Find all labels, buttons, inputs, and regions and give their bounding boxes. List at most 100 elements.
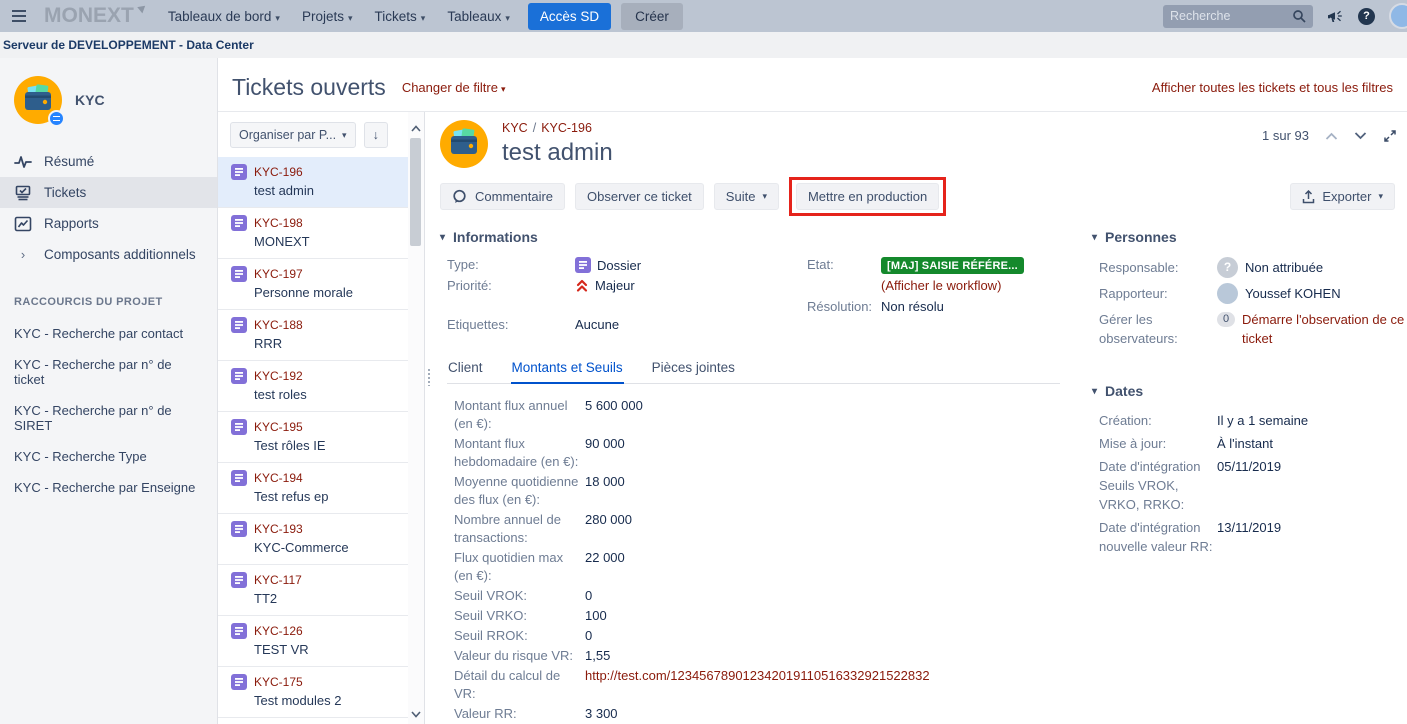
ticket-list-item[interactable]: KYC-192 test roles	[218, 361, 408, 412]
issue-type-icon	[231, 266, 247, 282]
issue-type-icon	[231, 419, 247, 435]
ticket-list-item[interactable]: KYC-194 Test refus ep	[218, 463, 408, 514]
ticket-list-item[interactable]: KYC-197 Personne morale	[218, 259, 408, 310]
more-actions-button[interactable]: Suite▾	[714, 183, 779, 210]
breadcrumb: KYC/KYC-196	[502, 121, 613, 135]
create-button[interactable]: Créer	[621, 3, 683, 30]
sidebar-item-reports[interactable]: Rapports	[0, 208, 217, 239]
megaphone-icon[interactable]	[1327, 9, 1344, 24]
scrollbar-thumb[interactable]	[410, 138, 421, 246]
chevron-down-icon: ▾	[1092, 232, 1097, 243]
shortcut-type[interactable]: KYC - Recherche Type	[0, 441, 217, 472]
chart-icon	[14, 216, 32, 232]
transition-button[interactable]: Mettre en production	[796, 183, 939, 210]
splitter-drag-handle[interactable]	[427, 368, 431, 386]
scroll-up-arrow[interactable]	[408, 120, 424, 136]
list-scrollbar[interactable]	[408, 112, 424, 724]
expand-icon[interactable]	[1383, 129, 1397, 143]
tab-montants-et-seuils[interactable]: Montants et Seuils	[511, 356, 624, 384]
previous-issue-icon[interactable]	[1325, 132, 1338, 140]
help-icon[interactable]: ?	[1358, 8, 1375, 25]
watch-button[interactable]: Observer ce ticket	[575, 183, 704, 210]
export-button[interactable]: Exporter▾	[1290, 183, 1395, 210]
tab-client[interactable]: Client	[447, 356, 484, 383]
ticket-list-item[interactable]: KYC-195 Test rôles IE	[218, 412, 408, 463]
acces-sd-button[interactable]: Accès SD	[528, 3, 611, 30]
tickets-icon	[14, 185, 32, 201]
ticket-list-item[interactable]: KYC-191 Test admin ss ti	[218, 718, 408, 724]
labels-value: Aucune	[575, 317, 619, 332]
field-row: Moyenne quotidienne des flux (en €):18 0…	[454, 472, 1085, 510]
hamburger-menu-icon[interactable]	[12, 3, 38, 29]
vr-detail-url-link[interactable]: http://test.com/123456789012342019110516…	[585, 667, 930, 685]
scroll-down-arrow[interactable]	[408, 706, 424, 722]
change-filter-link[interactable]: Changer de filtre▾	[402, 80, 506, 95]
project-badge-icon	[48, 110, 65, 127]
show-all-filters-link[interactable]: Afficher toutes les tickets et tous les …	[1152, 80, 1393, 95]
chevron-down-icon: ▾	[342, 130, 347, 141]
comment-button[interactable]: Commentaire	[440, 183, 565, 210]
reporter-avatar	[1217, 283, 1238, 304]
sidebar-item-addons[interactable]: › Composants additionnels	[0, 239, 217, 270]
shortcut-ticket-number[interactable]: KYC - Recherche par n° de ticket	[0, 349, 217, 395]
start-watching-link[interactable]: Démarre l'observation de ce ticket	[1242, 310, 1407, 348]
watchers-count-badge[interactable]: 0	[1217, 312, 1235, 327]
ticket-list-item[interactable]: KYC-117 TT2	[218, 565, 408, 616]
arrow-down-icon: ↓	[373, 128, 379, 142]
field-row: Détail du calcul de VR:http://test.com/1…	[454, 666, 1085, 704]
field-row: Flux quotidien max (en €):22 000	[454, 548, 1085, 586]
order-by-dropdown[interactable]: Organiser par P...▾	[230, 122, 356, 148]
field-row: Montant flux annuel (en €):5 600 000	[454, 396, 1085, 434]
menu-issues[interactable]: Tickets▾	[365, 3, 436, 30]
resolution-label: Résolution:	[807, 299, 881, 314]
menu-projects[interactable]: Projets▾	[292, 3, 363, 30]
page-title: Tickets ouverts	[232, 74, 386, 101]
main-menu: Tableaux de bord▾ Projets▾ Tickets▾ Tabl…	[158, 3, 520, 30]
application-window: MONEXT Tableaux de bord▾ Projets▾ Ticket…	[0, 0, 1407, 724]
search-input[interactable]	[1170, 9, 1292, 23]
user-avatar[interactable]	[1389, 3, 1407, 29]
labels-label: Etiquettes:	[447, 317, 575, 332]
field-row: Seuil VROK:0	[454, 586, 1085, 606]
shortcuts-title: RACCOURCIS DU PROJET	[0, 270, 217, 318]
field-row: Nombre annuel de transactions:280 000	[454, 510, 1085, 548]
menu-dashboards[interactable]: Tableaux de bord▾	[158, 3, 290, 30]
issue-avatar	[440, 120, 488, 168]
chevron-down-icon: ▾	[1092, 386, 1097, 397]
breadcrumb-project-link[interactable]: KYC	[502, 121, 528, 135]
ticket-list-item[interactable]: KYC-193 KYC-Commerce	[218, 514, 408, 565]
chevron-down-icon: ▾	[348, 13, 353, 23]
informations-section-header[interactable]: ▾ Informations	[440, 229, 1085, 245]
ticket-list-panel: Organiser par P...▾ ↓ KYC-196 test admin…	[218, 112, 408, 724]
sort-direction-button[interactable]: ↓	[364, 122, 388, 148]
shortcut-contact[interactable]: KYC - Recherche par contact	[0, 318, 217, 349]
issue-type-icon	[231, 164, 247, 180]
next-issue-icon[interactable]	[1354, 132, 1367, 140]
menu-boards[interactable]: Tableaux▾	[437, 3, 520, 30]
shortcut-enseigne[interactable]: KYC - Recherche par Enseigne	[0, 472, 217, 503]
ticket-list: KYC-196 test admin KYC-198 MONEXT KYC-19…	[218, 157, 408, 724]
breadcrumb-issue-link[interactable]: KYC-196	[541, 121, 592, 135]
search-box[interactable]	[1163, 5, 1313, 28]
ticket-list-item[interactable]: KYC-175 Test modules 2	[218, 667, 408, 718]
ticket-list-item[interactable]: KYC-196 test admin	[218, 157, 408, 208]
ticket-list-item[interactable]: KYC-126 TEST VR	[218, 616, 408, 667]
issue-type-icon	[231, 368, 247, 384]
dates-section-header[interactable]: ▾ Dates	[1092, 383, 1407, 399]
project-sidebar: KYC Résumé Tickets Rapports › Composants	[0, 58, 218, 724]
ticket-list-item[interactable]: KYC-198 MONEXT	[218, 208, 408, 259]
assignee-value: Non attribuée	[1245, 258, 1323, 277]
monext-logo[interactable]: MONEXT	[44, 4, 144, 28]
tab-pieces-jointes[interactable]: Pièces jointes	[651, 356, 736, 383]
sidebar-item-tickets[interactable]: Tickets	[0, 177, 217, 208]
issue-type-icon	[231, 317, 247, 333]
people-section-header[interactable]: ▾ Personnes	[1092, 229, 1407, 245]
shortcut-siret[interactable]: KYC - Recherche par n° de SIRET	[0, 395, 217, 441]
show-workflow-link[interactable]: (Afficher le workflow)	[881, 278, 1001, 293]
chevron-down-icon: ▾	[421, 13, 426, 23]
issue-title[interactable]: test admin	[502, 139, 613, 167]
assignee-label: Responsable:	[1099, 258, 1217, 277]
ticket-list-item[interactable]: KYC-188 RRR	[218, 310, 408, 361]
unassigned-avatar: ?	[1217, 257, 1238, 278]
sidebar-item-summary[interactable]: Résumé	[0, 146, 217, 177]
